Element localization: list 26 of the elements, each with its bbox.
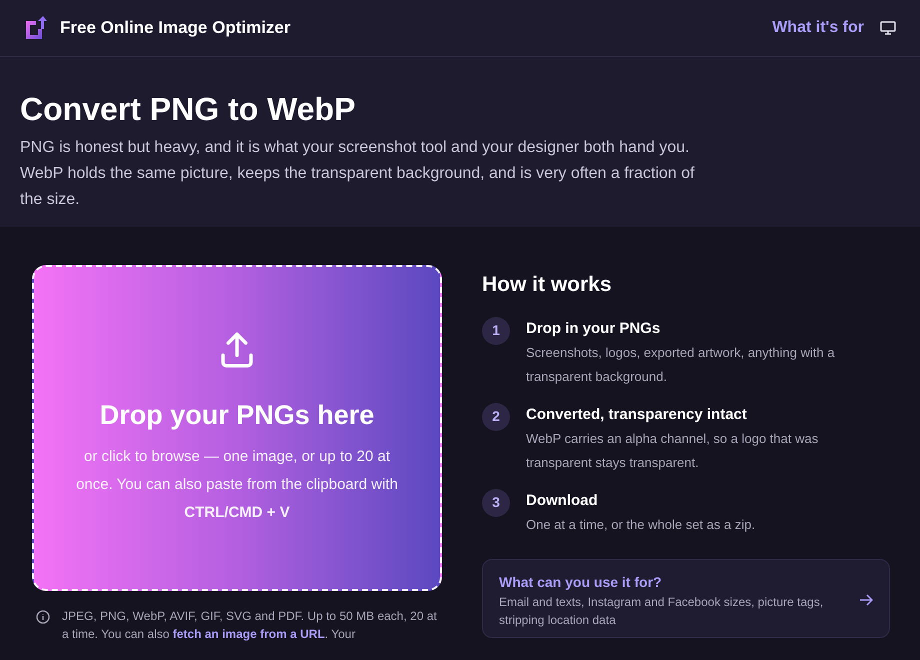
info-icon (36, 610, 50, 624)
section-title: How it works (482, 272, 613, 298)
step-title: Drop in your PNGs (526, 318, 662, 338)
step-text: One at a time, or the whole set as a zip. (526, 516, 756, 534)
drop-title: Drop your PNGs here (100, 398, 374, 432)
drop-text: or click to browse — one image, or up to 20 at once. You can also paste from the clipboard with CTRL/CMD + V (75, 447, 399, 524)
step-number: 1 (482, 316, 510, 344)
page-title: Convert PNG to WebP (20, 90, 356, 129)
intro-text: PNG is honest but heavy, and it is what your screenshot tool and your designer both hand you. WebP holds the same picture, keeps the transparent background, and is very often a fraction of the size. (20, 138, 696, 210)
step-title: Converted, transparency intact (526, 404, 748, 424)
nav-link[interactable]: What it's for (772, 16, 864, 40)
arrow-right-icon (859, 593, 873, 607)
logo-icon (24, 15, 48, 41)
step-title: Download (526, 490, 599, 510)
card-text: Email and texts, Instagram and Facebook sizes, picture tags, stripping location data (499, 594, 824, 628)
monitor-icon[interactable] (880, 21, 896, 35)
drop-zone[interactable]: Drop your PNGs here or click to browse — one image, or up to 20 at once. You can also paste from the clipboard with CTRL/CMD + V (32, 265, 442, 591)
step-text: WebP carries an alpha channel, so a logo that was transparent stays transparent. (526, 430, 820, 472)
fetch-url-link[interactable]: fetch an image from a URL (172, 627, 325, 641)
step-number: 2 (482, 402, 510, 430)
card-title: What can you use it for? (499, 572, 663, 592)
use-cases-card[interactable]: What can you use it for? Email and texts, Instagram and Facebook sizes, picture tags, stripping location data (482, 558, 890, 638)
step-text: Screenshots, logos, exported artwork, anything with a transparent background. (526, 344, 836, 386)
format-note: JPEG, PNG, WebP, AVIF, GIF, SVG and PDF. Up to 50 MB each, 20 at a time. You can also fetch an image from a URL. Your (62, 608, 438, 643)
brand-name: Free Online Image Optimizer (60, 17, 291, 40)
step-number: 3 (482, 488, 510, 516)
